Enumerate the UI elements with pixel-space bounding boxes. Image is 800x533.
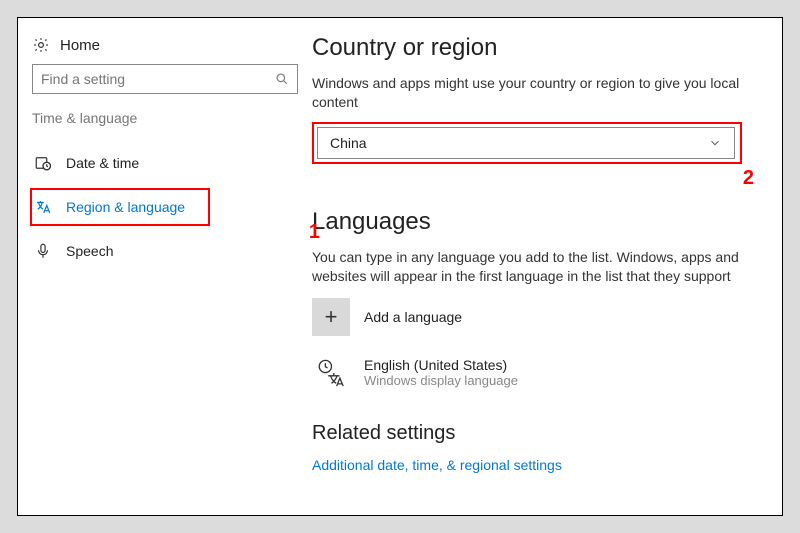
home-label: Home	[60, 37, 100, 54]
category-label: Time & language	[32, 110, 298, 126]
gear-icon	[32, 36, 50, 54]
related-heading: Related settings	[312, 422, 760, 445]
chevron-down-icon	[708, 136, 722, 150]
add-language-button[interactable]: + Add a language	[312, 298, 760, 336]
languages-description: You can type in any language you add to …	[312, 248, 760, 286]
annotation-1: Region & language	[32, 188, 298, 226]
microphone-icon	[34, 242, 52, 260]
language-item[interactable]: English (United States) Windows display …	[312, 354, 760, 392]
display-language-icon	[312, 354, 350, 392]
sidebar-item-label: Region & language	[66, 199, 185, 215]
sidebar-item-label: Date & time	[66, 155, 139, 171]
related-section: Related settings Additional date, time, …	[312, 422, 760, 473]
language-character-icon	[34, 198, 52, 216]
plus-icon: +	[312, 298, 350, 336]
main-panel: Country or region Windows and apps might…	[312, 18, 782, 515]
language-subtitle: Windows display language	[364, 373, 518, 388]
sidebar-item-speech[interactable]: Speech	[32, 232, 298, 270]
home-nav[interactable]: Home	[32, 30, 298, 64]
related-link[interactable]: Additional date, time, & regional settin…	[312, 457, 760, 473]
search-box[interactable]	[32, 64, 298, 94]
region-description: Windows and apps might use your country …	[312, 74, 760, 112]
language-name: English (United States)	[364, 357, 518, 373]
search-input[interactable]	[41, 71, 275, 87]
language-text: English (United States) Windows display …	[364, 357, 518, 388]
sidebar-item-date-time[interactable]: Date & time	[32, 144, 298, 182]
languages-heading: Languages	[312, 208, 760, 236]
country-dropdown[interactable]: China	[317, 127, 735, 159]
country-selected-value: China	[330, 135, 367, 151]
highlight-box-2: China	[312, 122, 742, 164]
search-icon	[275, 72, 289, 86]
add-language-label: Add a language	[364, 309, 462, 325]
region-heading: Country or region	[312, 34, 760, 62]
settings-window: Home Time & language Date & time	[17, 17, 783, 516]
sidebar-item-region-language[interactable]: Region & language	[30, 188, 210, 226]
clock-calendar-icon	[34, 154, 52, 172]
sidebar: Home Time & language Date & time	[18, 18, 312, 515]
sidebar-item-label: Speech	[66, 243, 113, 259]
annotation-2: China	[312, 122, 760, 164]
